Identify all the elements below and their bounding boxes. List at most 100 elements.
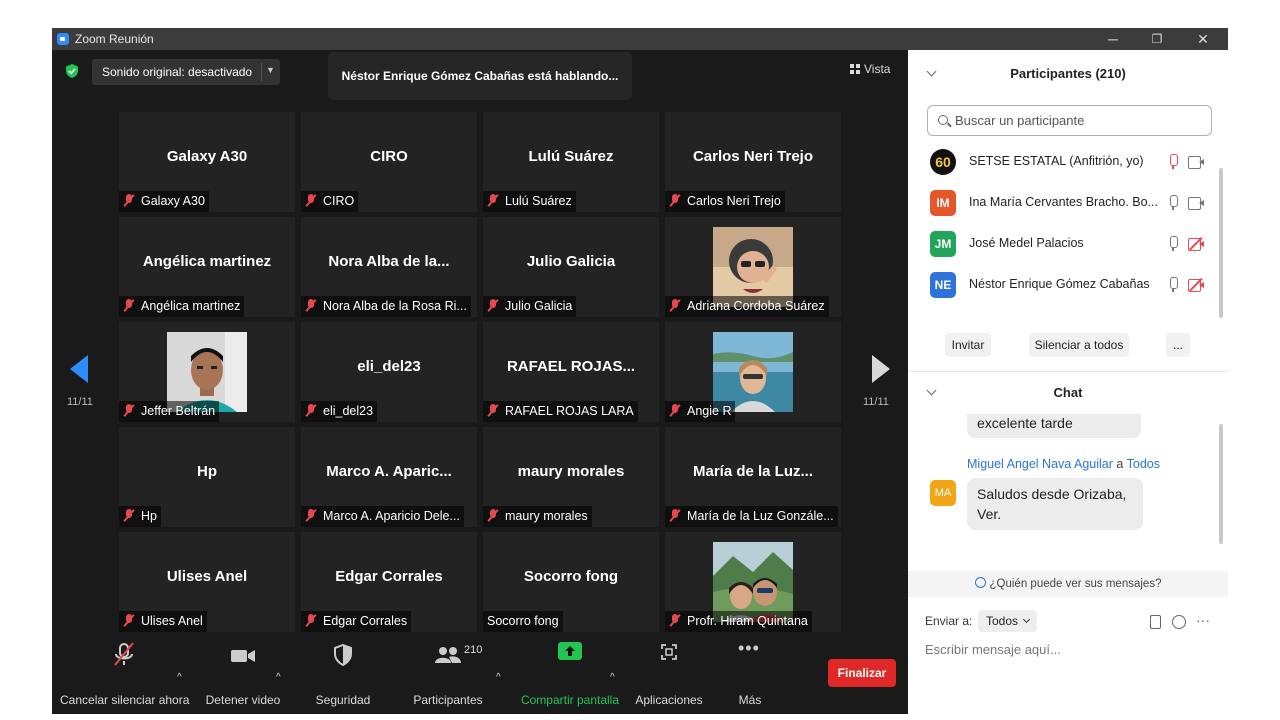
participant-caption-text: Profr. Hiram Quintana (687, 614, 808, 628)
chevron-down-icon[interactable]: ▼ (266, 65, 275, 75)
participant-display-name: RAFAEL ROJAS... (506, 358, 636, 375)
participant-tile[interactable]: Carlos Neri Trejo Carlos Neri Trejo (665, 112, 841, 212)
video-off-icon[interactable] (1188, 236, 1204, 251)
security-button[interactable]: Seguridad (308, 638, 378, 714)
participants-title: Participantes (210) (1010, 66, 1126, 81)
participant-name: Néstor Enrique Gómez Cabañas (969, 277, 1150, 291)
participant-tile[interactable]: eli_del23 eli_del23 (301, 322, 477, 422)
muted-microphone-icon (305, 299, 317, 312)
muted-microphone-icon (487, 509, 499, 522)
participants-scrollbar[interactable] (1219, 160, 1223, 320)
send-to-dropdown[interactable]: Todos (978, 610, 1038, 632)
participant-tile[interactable]: Angélica martinez Angélica martinez (119, 217, 295, 317)
minimize-button[interactable]: ─ (1090, 28, 1136, 50)
microphone-icon[interactable] (1169, 236, 1178, 252)
participant-name-caption: Hp (119, 506, 161, 527)
participant-video-image (713, 227, 793, 307)
chat-to-word: a (1116, 457, 1124, 471)
participant-search-input[interactable]: Buscar un participante (927, 105, 1212, 136)
participant-list-item[interactable]: 60 SETSE ESTATAL (Anfitrión, yo) (908, 142, 1218, 182)
video-camera-icon[interactable] (1188, 197, 1204, 210)
microphone-icon[interactable] (1169, 195, 1178, 211)
mute-all-button[interactable]: Silenciar a todos (1029, 333, 1129, 357)
chat-scrollbar[interactable] (1219, 414, 1223, 572)
participant-tile[interactable]: Edgar Corrales Edgar Corrales (301, 532, 477, 632)
scrollbar-thumb[interactable] (1219, 168, 1223, 318)
who-can-see-messages-link[interactable]: ¿Quién puede ver sus mensajes? (908, 571, 1228, 597)
participant-caption-text: Nora Alba de la Rosa Ri... (323, 299, 467, 313)
emoji-icon[interactable] (1172, 615, 1186, 629)
participant-tile[interactable]: RAFAEL ROJAS... RAFAEL ROJAS LARA (483, 322, 659, 422)
muted-microphone-icon (487, 299, 499, 312)
participant-name-caption: Nora Alba de la Rosa Ri... (301, 296, 471, 317)
meeting-toolbar: Cancelar silenciar ahora ^ Detener video… (52, 638, 908, 714)
participant-name-caption: RAFAEL ROJAS LARA (483, 401, 638, 422)
file-icon[interactable] (1150, 615, 1161, 629)
participants-button[interactable]: 210 Participantes (408, 638, 488, 714)
share-options-caret-icon[interactable]: ^ (610, 672, 615, 683)
participant-tile[interactable]: Galaxy A30 Galaxy A30 (119, 112, 295, 212)
original-sound-toggle[interactable]: Sonido original: desactivado ▼ (92, 59, 280, 85)
participant-caption-text: Marco A. Aparicio Dele... (323, 509, 460, 523)
video-options-caret-icon[interactable]: ^ (276, 672, 281, 683)
unmute-button[interactable]: Cancelar silenciar ahora (60, 638, 189, 714)
participant-tile[interactable]: Hp Hp (119, 427, 295, 527)
close-button[interactable]: ✕ (1180, 28, 1226, 50)
participant-tile[interactable]: María de la Luz... María de la Luz Gonzál… (665, 427, 841, 527)
participant-list-item[interactable]: NE Néstor Enrique Gómez Cabañas (908, 265, 1218, 305)
participant-tile[interactable]: Marco A. Aparic... Marco A. Aparicio Dele… (301, 427, 477, 527)
participant-tile[interactable]: Lulú Suárez Lulú Suárez (483, 112, 659, 212)
page-indicator-right: 11/11 (863, 396, 889, 408)
view-button[interactable]: Vista (850, 62, 890, 76)
audio-options-caret-icon[interactable]: ^ (177, 672, 182, 683)
avatar: JM (930, 231, 956, 257)
previous-page-arrow-icon[interactable] (70, 355, 88, 383)
microphone-muted-icon[interactable] (1169, 154, 1178, 170)
stop-video-button[interactable]: Detener video (200, 638, 286, 714)
participant-tile[interactable]: Angie R (665, 322, 841, 422)
security-shield-icon[interactable] (64, 63, 80, 79)
participant-caption-text: Hp (141, 509, 157, 523)
participant-tile[interactable]: CIRO CIRO (301, 112, 477, 212)
participant-display-name: Ulises Anel (166, 568, 248, 585)
restore-button[interactable]: ❐ (1134, 28, 1180, 50)
participant-tile[interactable]: Julio Galicia Julio Galicia (483, 217, 659, 317)
invite-button[interactable]: Invitar (945, 333, 991, 357)
participant-display-name: CIRO (370, 148, 408, 165)
participant-tile[interactable]: Socorro fong Socorro fong (483, 532, 659, 632)
muted-microphone-icon (305, 404, 317, 417)
apps-button[interactable]: Aplicaciones (632, 638, 706, 714)
more-label: Más (738, 693, 762, 707)
share-screen-button[interactable]: Compartir pantalla (518, 638, 622, 714)
participant-list-item[interactable]: JM José Medel Palacios (908, 224, 1218, 264)
participant-tile[interactable]: Profr. Hiram Quintana (665, 532, 841, 632)
muted-microphone-icon (669, 614, 681, 627)
next-page-arrow-icon[interactable] (872, 355, 890, 383)
participant-display-name: Marco A. Aparic... (326, 463, 452, 480)
video-camera-icon[interactable] (1188, 156, 1204, 169)
participant-name-caption: Julio Galicia (483, 296, 577, 317)
scrollbar-thumb[interactable] (1219, 424, 1223, 544)
slash-icon (1189, 236, 1203, 251)
chat-message-input[interactable]: Escribir mensaje aquí... (925, 642, 1061, 657)
participant-caption-text: Jeffer Beltrán (141, 404, 216, 418)
participants-options-caret-icon[interactable]: ^ (496, 672, 501, 683)
participant-tile[interactable]: Adriana Cordoba Suárez (665, 217, 841, 317)
chat-sender-name[interactable]: Miguel Angel Nava Aguilar (967, 457, 1113, 471)
divider (261, 63, 262, 81)
participant-tile[interactable]: Ulises Anel Ulises Anel (119, 532, 295, 632)
apps-label: Aplicaciones (635, 693, 703, 707)
video-camera-icon (231, 650, 255, 662)
participant-name-caption: Jeffer Beltrán (119, 401, 220, 422)
microphone-icon[interactable] (1169, 277, 1178, 293)
more-dots-icon[interactable]: ··· (1196, 612, 1210, 628)
more-button[interactable]: ••• Más (722, 638, 778, 714)
video-off-icon[interactable] (1188, 277, 1204, 292)
participant-list-item[interactable]: IM Ina María Cervantes Bracho. Bo... (908, 183, 1218, 223)
participant-tile[interactable]: maury morales maury morales (483, 427, 659, 527)
participant-name-caption: María de la Luz Gonzále... (665, 506, 838, 527)
more-options-button[interactable]: ... (1166, 333, 1190, 357)
end-meeting-button[interactable]: Finalizar (828, 659, 896, 687)
participant-tile[interactable]: Jeffer Beltrán (119, 322, 295, 422)
participant-tile[interactable]: Nora Alba de la... Nora Alba de la Rosa R… (301, 217, 477, 317)
